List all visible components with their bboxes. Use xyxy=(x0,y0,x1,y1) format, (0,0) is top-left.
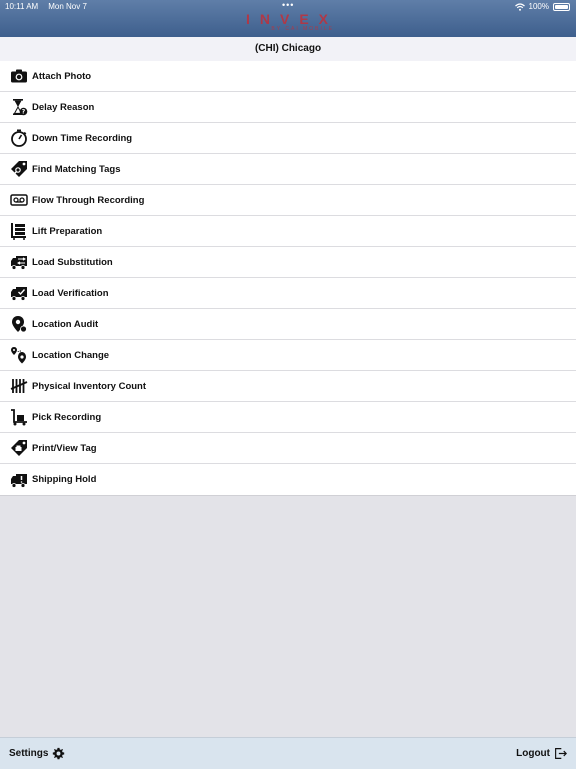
wifi-icon xyxy=(514,2,525,11)
menu-item-find-matching-tags[interactable]: Find Matching Tags xyxy=(0,154,576,185)
menu-item-pick-recording[interactable]: Pick Recording xyxy=(0,402,576,433)
menu-item-label: Flow Through Recording xyxy=(32,194,145,206)
location-route-icon xyxy=(9,346,28,364)
menu-item-label: Delay Reason xyxy=(32,101,95,113)
battery-icon xyxy=(553,2,570,11)
tag-search-icon xyxy=(9,160,28,178)
menu-item-delay-reason[interactable]: ? Delay Reason xyxy=(0,92,576,123)
menu-item-flow-through-recording[interactable]: Flow Through Recording xyxy=(0,185,576,216)
logo-main: INVEX xyxy=(246,11,339,27)
invex-logo: INVEX BY CAI MOBILE xyxy=(238,12,338,34)
tag-print-icon xyxy=(9,439,28,457)
menu-item-location-change[interactable]: Location Change xyxy=(0,340,576,371)
logo-sub: BY CAI MOBILE xyxy=(271,26,334,32)
logout-icon xyxy=(555,748,567,759)
menu-item-label: Down Time Recording xyxy=(32,132,133,144)
menu-item-label: Load Substitution xyxy=(32,256,113,268)
menu-item-label: Load Verification xyxy=(32,287,109,299)
status-time: 10:11 AM xyxy=(5,2,39,11)
hourglass-question-icon: ? xyxy=(9,98,28,116)
battery-percent: 100% xyxy=(528,2,549,11)
app-header: 10:11 AM Mon Nov 7 ••• 100% INVEX BY CAI … xyxy=(0,0,576,37)
menu-item-label: Print/View Tag xyxy=(32,442,97,454)
menu-item-label: Lift Preparation xyxy=(32,225,103,237)
menu-item-label: Location Change xyxy=(32,349,110,361)
menu-item-label: Shipping Hold xyxy=(32,474,97,485)
settings-button[interactable]: Settings xyxy=(9,747,65,760)
menu-item-attach-photo[interactable]: Attach Photo xyxy=(0,61,576,92)
menu-item-physical-inventory-count[interactable]: Physical Inventory Count xyxy=(0,371,576,402)
menu-item-shipping-hold[interactable]: Shipping Hold xyxy=(0,464,576,495)
menu-item-label: Location Audit xyxy=(32,318,99,330)
svg-text:?: ? xyxy=(21,109,25,116)
menu-item-label: Pick Recording xyxy=(32,411,102,423)
multitask-dots[interactable]: ••• xyxy=(282,0,294,10)
settings-label: Settings xyxy=(9,748,49,759)
menu-item-load-substitution[interactable]: Load Substitution xyxy=(0,247,576,278)
tally-icon xyxy=(9,377,28,395)
menu-item-location-audit[interactable]: Location Audit xyxy=(0,309,576,340)
hand-truck-icon xyxy=(9,408,28,426)
logout-label: Logout xyxy=(516,748,550,759)
truck-swap-icon xyxy=(9,253,28,271)
menu-item-down-time-recording[interactable]: Down Time Recording xyxy=(0,123,576,154)
tape-icon xyxy=(9,191,28,209)
truck-check-icon xyxy=(9,284,28,302)
truck-hold-icon xyxy=(9,471,28,489)
logout-button[interactable]: Logout xyxy=(516,747,567,760)
gear-icon xyxy=(53,747,65,760)
bottom-toolbar: Settings Logout xyxy=(0,737,576,769)
lift-cart-icon xyxy=(9,222,28,240)
menu-item-lift-preparation[interactable]: Lift Preparation xyxy=(0,216,576,247)
menu-item-load-verification[interactable]: Load Verification xyxy=(0,278,576,309)
menu-item-label: Attach Photo xyxy=(32,70,92,82)
function-menu: Attach Photo ? Delay Reason Down Time Re… xyxy=(0,61,576,496)
stopwatch-icon xyxy=(9,129,28,147)
status-date: Mon Nov 7 xyxy=(48,2,87,11)
camera-icon xyxy=(9,67,28,85)
menu-item-print-view-tag[interactable]: Print/View Tag xyxy=(0,433,576,464)
menu-item-label: Find Matching Tags xyxy=(32,163,121,175)
menu-item-label: Physical Inventory Count xyxy=(32,380,147,392)
location-title: (CHI) Chicago xyxy=(0,37,576,62)
location-pin-icon xyxy=(9,315,28,333)
